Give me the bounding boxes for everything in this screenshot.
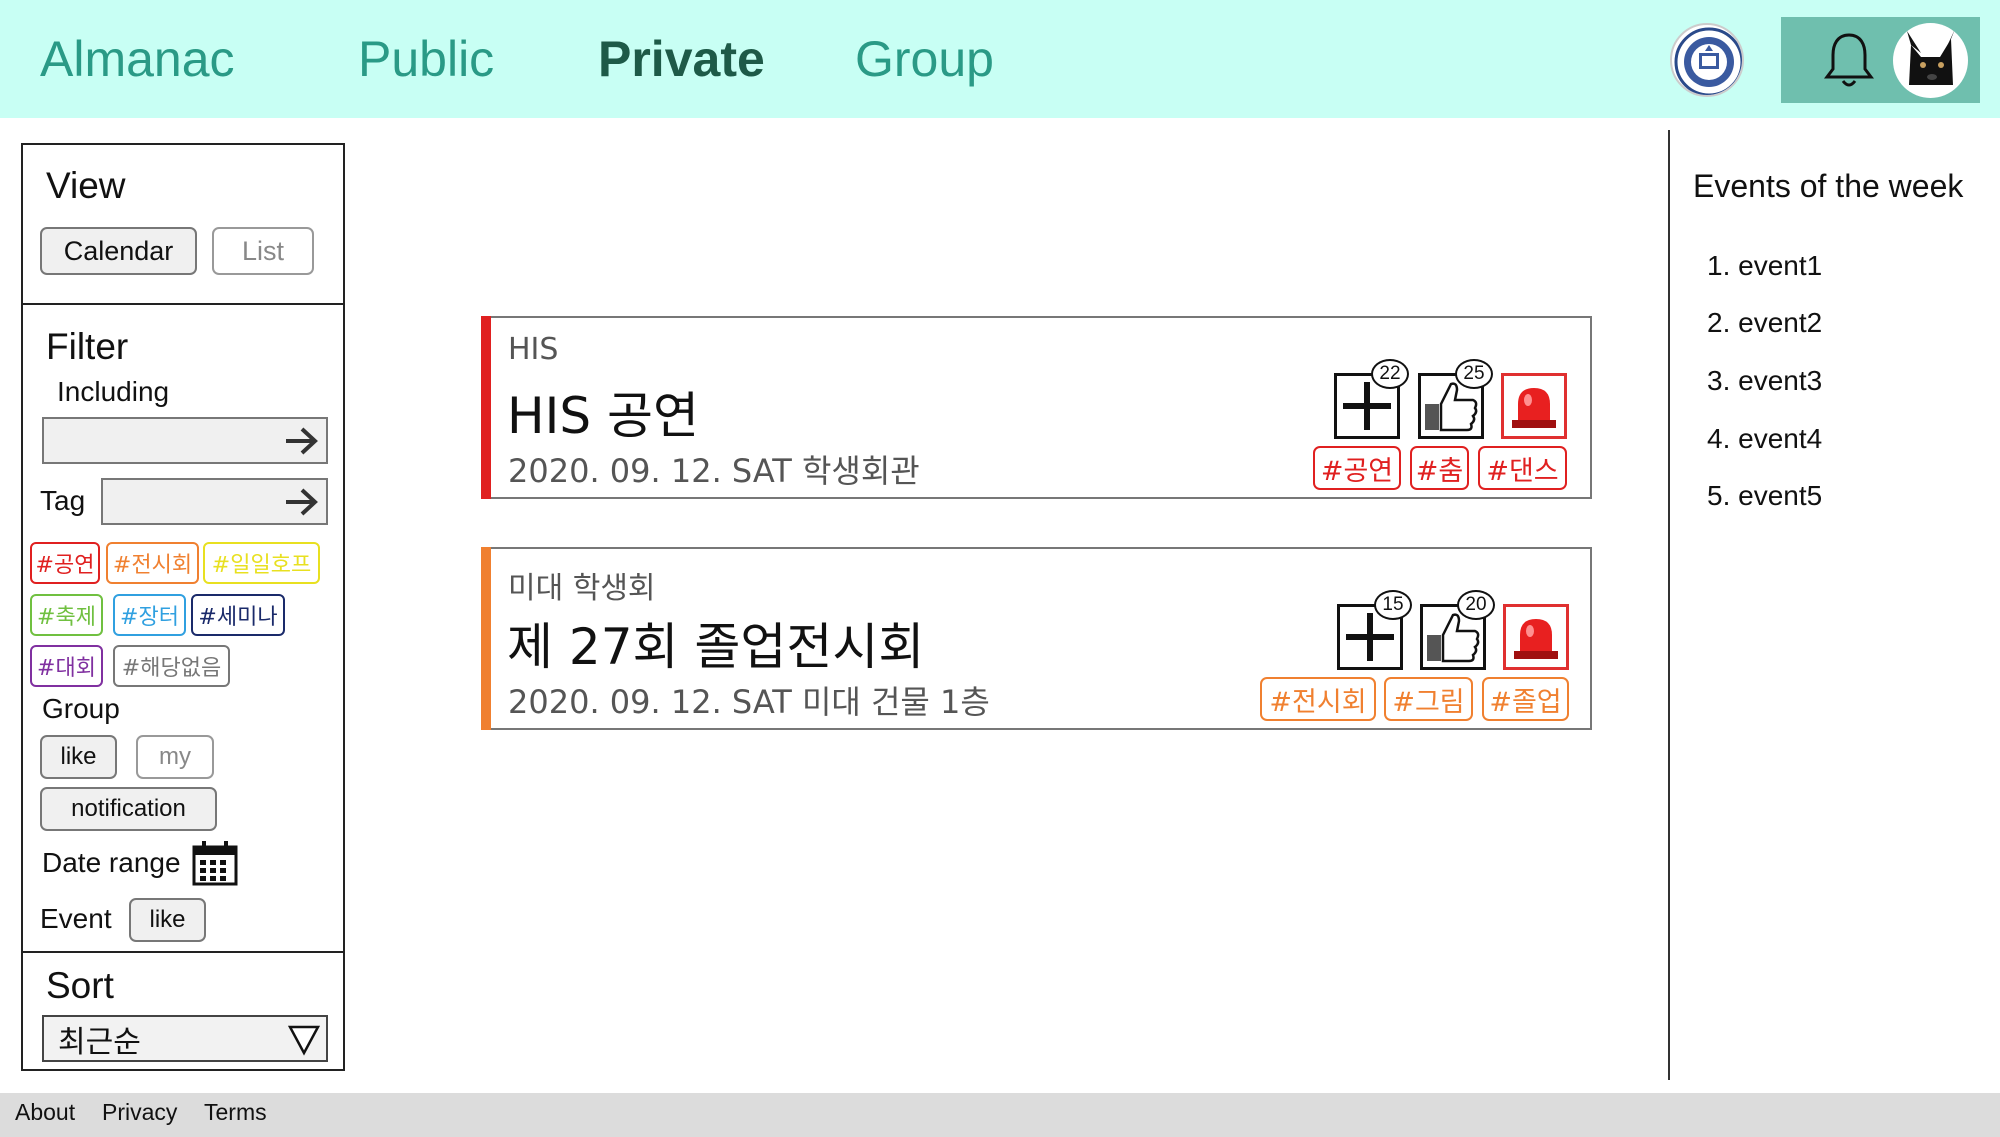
group-label: Group <box>42 693 120 724</box>
add-count-badge: 15 <box>1374 590 1412 620</box>
filter-tag-exhibition[interactable]: #전시회 <box>106 542 199 584</box>
siren-icon <box>1514 619 1558 659</box>
week-event-item[interactable]: 1. event1 <box>1707 250 1822 282</box>
section-divider <box>23 951 343 953</box>
week-event-item[interactable]: 5. event5 <box>1707 480 1822 512</box>
date-range-label: Date range <box>42 847 181 878</box>
event-organizer: HIS <box>508 332 559 367</box>
like-count-badge: 20 <box>1457 590 1495 620</box>
event-like-button[interactable]: like <box>129 898 206 942</box>
filter-sidebar: View Calendar List Filter Including Tag … <box>21 143 345 1071</box>
calendar-view-button[interactable]: Calendar <box>40 227 197 275</box>
arrow-right-icon[interactable] <box>284 426 320 456</box>
like-count-badge: 25 <box>1455 359 1493 389</box>
university-seal-icon[interactable] <box>1670 23 1744 97</box>
events-of-week-title: Events of the week <box>1693 168 1964 204</box>
report-event-button[interactable] <box>1501 373 1567 439</box>
event-title[interactable]: HIS 공연 <box>507 376 699 448</box>
arrow-right-icon[interactable] <box>284 487 320 517</box>
week-event-item[interactable]: 4. event4 <box>1707 423 1822 455</box>
sort-section-title: Sort <box>46 965 114 1006</box>
event-accent-bar <box>481 547 491 730</box>
filter-tag-one-day-pub[interactable]: #일일호프 <box>203 542 320 584</box>
tag-label: Tag <box>40 485 86 516</box>
event-tag[interactable]: #그림 <box>1384 677 1473 721</box>
add-count-badge: 22 <box>1371 359 1409 389</box>
event-accent-bar <box>481 316 491 499</box>
event-tag[interactable]: #공연 <box>1313 446 1401 490</box>
filter-tag-festival[interactable]: #축제 <box>30 594 103 636</box>
triangle-down-icon[interactable] <box>288 1024 320 1056</box>
filter-tag-none[interactable]: #해당없음 <box>113 645 230 687</box>
top-header: Almanac Public Private Group <box>0 0 2000 118</box>
sort-select[interactable]: 최근순 <box>42 1015 328 1062</box>
event-date-location: 2020. 09. 12. SAT 미대 건물 1층 <box>508 683 990 721</box>
footer-link-about[interactable]: About <box>15 1099 75 1126</box>
bell-icon[interactable] <box>1821 31 1877 91</box>
siren-icon <box>1512 388 1556 428</box>
event-title[interactable]: 제 27회 졸업전시회 <box>507 607 924 679</box>
group-notification-button[interactable]: notification <box>40 787 217 831</box>
section-divider <box>23 303 343 305</box>
right-panel-divider <box>1668 130 1670 1080</box>
nav-tab-group[interactable]: Group <box>855 30 994 88</box>
tag-input[interactable] <box>101 478 328 525</box>
event-card[interactable]: 미대 학생회 제 27회 졸업전시회 2020. 09. 12. SAT 미대 … <box>481 547 1592 730</box>
group-like-button[interactable]: like <box>40 735 117 779</box>
nav-tab-public[interactable]: Public <box>358 30 494 88</box>
event-card[interactable]: HIS HIS 공연 2020. 09. 12. SAT 학생회관 22 25 … <box>481 316 1592 499</box>
footer-link-privacy[interactable]: Privacy <box>102 1099 177 1126</box>
event-date-location: 2020. 09. 12. SAT 학생회관 <box>508 452 920 490</box>
footer-link-terms[interactable]: Terms <box>204 1099 267 1126</box>
sort-selected-value: 최근순 <box>58 1024 141 1060</box>
avatar[interactable] <box>1893 23 1968 98</box>
event-organizer: 미대 학생회 <box>508 571 656 606</box>
including-input[interactable] <box>42 417 328 464</box>
nav-tab-private[interactable]: Private <box>598 30 765 88</box>
view-section-title: View <box>46 165 126 206</box>
event-tag[interactable]: #춤 <box>1410 446 1469 490</box>
filter-tag-seminar[interactable]: #세미나 <box>191 594 285 636</box>
filter-section-title: Filter <box>46 326 129 367</box>
list-view-button[interactable]: List <box>212 227 314 275</box>
event-tag[interactable]: #댄스 <box>1478 446 1567 490</box>
footer: About Privacy Terms <box>0 1093 2000 1137</box>
nav-almanac-logo[interactable]: Almanac <box>40 30 235 88</box>
report-event-button[interactable] <box>1503 604 1569 670</box>
week-event-item[interactable]: 3. event3 <box>1707 365 1822 397</box>
event-tag[interactable]: #전시회 <box>1260 677 1376 721</box>
filter-tag-contest[interactable]: #대회 <box>30 645 103 687</box>
group-my-button[interactable]: my <box>136 735 214 779</box>
calendar-icon[interactable] <box>191 839 239 887</box>
week-event-item[interactable]: 2. event2 <box>1707 307 1822 339</box>
filter-tag-performance[interactable]: #공연 <box>30 542 100 584</box>
including-label: Including <box>57 376 170 407</box>
event-tag[interactable]: #졸업 <box>1482 677 1569 721</box>
event-label: Event <box>40 903 112 934</box>
filter-tag-market[interactable]: #장터 <box>113 594 186 636</box>
